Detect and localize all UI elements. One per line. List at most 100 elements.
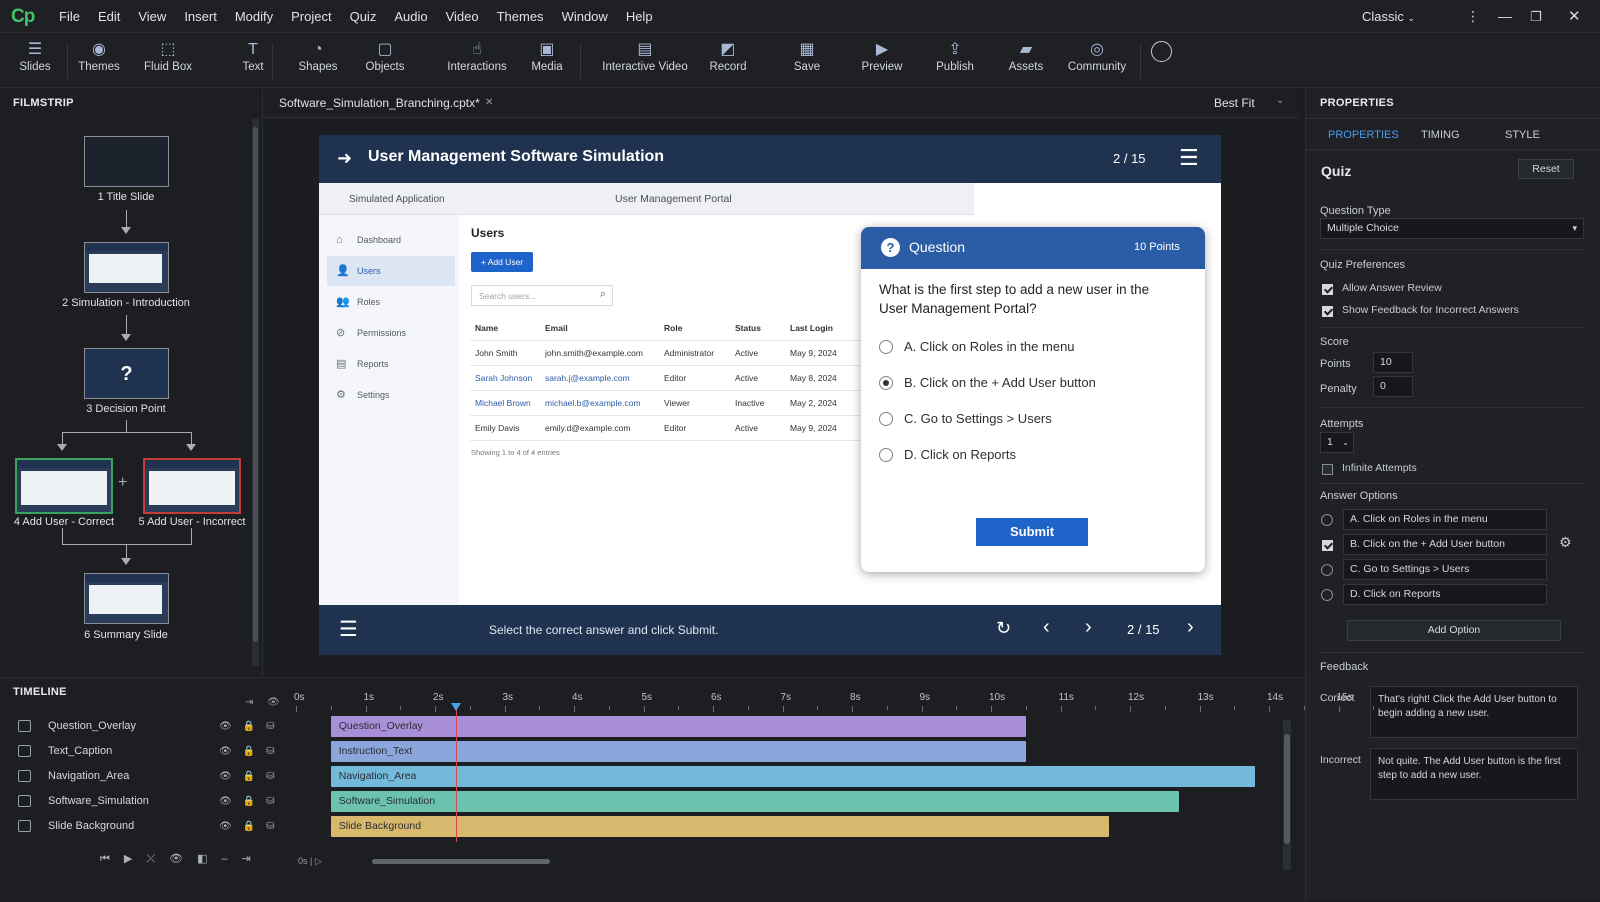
tool-media[interactable]: ▣ Media — [531, 39, 562, 73]
menu-project[interactable]: Project — [282, 0, 340, 33]
menu-insert[interactable]: Insert — [175, 0, 226, 33]
back-arrow-icon[interactable]: ➜ — [337, 148, 352, 169]
next-arrow-icon[interactable]: › — [1085, 616, 1092, 639]
tab-properties[interactable]: PROPERTIES — [1328, 129, 1399, 141]
slide-thumbnail-1[interactable] — [84, 136, 169, 187]
app-nav-reports[interactable]: ▤ Reports — [327, 349, 455, 379]
timeline-bar[interactable]: Software_Simulation — [330, 791, 1179, 812]
timeline-bar[interactable]: Slide Background — [330, 816, 1110, 837]
tool-save[interactable]: ▦ Save — [794, 39, 820, 73]
show-feedback-checkbox[interactable] — [1322, 306, 1333, 317]
answer-radio[interactable] — [1321, 514, 1333, 526]
layer-visibility-lock-icons[interactable]: 👁🔒⛁ — [219, 814, 286, 839]
layer-visibility-lock-icons[interactable]: 👁🔒⛁ — [219, 789, 286, 814]
slide-thumbnail-3[interactable]: ? — [84, 348, 169, 399]
tool-interactions[interactable]: ☝ Interactions — [447, 39, 506, 73]
add-user-button[interactable]: + Add User — [471, 252, 533, 272]
document-tab[interactable]: Software_Simulation_Branching.cptx* — [279, 96, 480, 110]
tool-slides[interactable]: ☰ Slides — [19, 39, 50, 73]
answer-radio[interactable] — [1321, 564, 1333, 576]
layer-visibility-lock-icons[interactable]: 👁🔒⛁ — [219, 739, 286, 764]
incorrect-feedback-input[interactable]: Not quite. The Add User button is the fi… — [1370, 748, 1578, 800]
add-option-button[interactable]: Add Option — [1347, 620, 1561, 641]
menu-window[interactable]: Window — [553, 0, 617, 33]
points-input[interactable]: 10 — [1373, 352, 1413, 373]
table-cell[interactable]: Michael Brown — [475, 391, 531, 416]
playhead[interactable] — [455, 706, 457, 842]
correct-feedback-input[interactable]: That's right! Click the Add User button … — [1370, 686, 1578, 738]
playback-controls[interactable]: ⏮▶⤬👁◧–⇥ — [100, 852, 265, 866]
table-cell[interactable]: Sarah Johnson — [475, 366, 532, 391]
replay-icon[interactable]: ↻ — [996, 618, 1011, 639]
table-row[interactable]: John Smith john.smith@example.com Administ… — [470, 341, 880, 366]
workspace-select[interactable]: Classic ⌄ — [1362, 0, 1415, 35]
table-row[interactable]: Emily Davis emily.d@example.com Editor Acti… — [470, 416, 880, 441]
tool-assets[interactable]: ▰ Assets — [1009, 39, 1044, 73]
tab-timing[interactable]: TIMING — [1421, 129, 1460, 141]
menu-file[interactable]: File — [50, 0, 89, 33]
radio-button[interactable] — [879, 340, 893, 354]
slide-thumbnail-5[interactable] — [143, 458, 241, 514]
app-nav-roles[interactable]: 👥 Roles — [327, 287, 455, 317]
timeline-layer[interactable]: Text_Caption 👁🔒⛁ — [0, 739, 290, 764]
app-nav-permissions[interactable]: ⊘ Permissions — [327, 318, 455, 348]
reset-button[interactable]: Reset — [1518, 159, 1574, 179]
layer-visibility-lock-icons[interactable]: 👁🔒⛁ — [219, 764, 286, 789]
timeline-layer[interactable]: Navigation_Area 👁🔒⛁ — [0, 764, 290, 789]
tool-record[interactable]: ◩ Record — [709, 39, 746, 73]
answer-option-d[interactable]: D. Click on Reports — [879, 445, 1016, 465]
search-users-input[interactable]: Search users... ⌕ — [471, 285, 613, 306]
question-type-select[interactable]: Multiple Choice ▾ — [1320, 218, 1584, 239]
slide-thumbnail-2[interactable] — [84, 242, 169, 293]
menu-themes[interactable]: Themes — [488, 0, 553, 33]
footer-menu-icon[interactable]: ☰ — [339, 617, 358, 642]
table-cell[interactable]: michael.b@example.com — [545, 391, 641, 416]
answer-option-input[interactable]: C. Go to Settings > Users — [1343, 559, 1547, 580]
table-row[interactable]: Michael Brown michael.b@example.com Viewer… — [470, 391, 880, 416]
layer-visibility-lock-icons[interactable]: 👁🔒⛁ — [219, 714, 286, 739]
answer-option-a[interactable]: A. Click on Roles in the menu — [879, 337, 1075, 357]
app-nav-dashboard[interactable]: ⌂ Dashboard — [327, 225, 455, 255]
timeline-bar[interactable]: Instruction_Text — [330, 741, 1026, 762]
slide-thumbnail-6[interactable] — [84, 573, 169, 624]
eye-all-icon[interactable]: 👁 — [267, 697, 280, 708]
menu-edit[interactable]: Edit — [89, 0, 129, 33]
menu-quiz[interactable]: Quiz — [341, 0, 386, 33]
app-nav-users[interactable]: 👤 Users — [327, 256, 455, 286]
more-icon[interactable]: ⋮ — [1466, 0, 1480, 33]
timeline-bar[interactable]: Navigation_Area — [330, 766, 1256, 787]
gear-icon[interactable]: ⚙ — [1559, 534, 1572, 551]
infinite-attempts-checkbox[interactable] — [1322, 464, 1333, 475]
radio-button[interactable] — [879, 376, 893, 390]
submit-button[interactable]: Submit — [976, 518, 1088, 546]
tool-shapes[interactable]: ◔ Shapes — [298, 39, 337, 73]
tool-text[interactable]: T Text — [242, 39, 263, 73]
table-cell[interactable]: sarah.j@example.com — [545, 366, 630, 391]
app-nav-settings[interactable]: ⚙ Settings — [327, 380, 455, 410]
account-avatar-icon[interactable] — [1151, 41, 1172, 62]
tab-style[interactable]: STYLE — [1505, 129, 1540, 141]
minimize-icon[interactable]: — — [1498, 0, 1512, 33]
tool-fluid-box[interactable]: ⬚ Fluid Box — [144, 39, 192, 73]
answer-option-input[interactable]: A. Click on Roles in the menu — [1343, 509, 1547, 530]
penalty-input[interactable]: 0 — [1373, 376, 1413, 397]
answer-option-c[interactable]: C. Go to Settings > Users — [879, 409, 1052, 429]
expand-icon[interactable]: ⇥ — [245, 697, 253, 708]
tool-publish[interactable]: ⇪ Publish — [936, 39, 974, 73]
menu-view[interactable]: View — [129, 0, 175, 33]
forward-arrow-icon[interactable]: › — [1187, 616, 1194, 639]
hamburger-menu-icon[interactable]: ☰ — [1179, 145, 1199, 171]
menu-video[interactable]: Video — [437, 0, 488, 33]
tool-preview[interactable]: ▶ Preview — [862, 39, 903, 73]
timeline-vscroll[interactable] — [1283, 720, 1291, 870]
attempts-input[interactable]: 1 ⌄ — [1320, 432, 1354, 453]
answer-option-input[interactable]: B. Click on the + Add User button — [1343, 534, 1547, 555]
answer-option-b[interactable]: B. Click on the + Add User button — [879, 373, 1096, 393]
tool-themes[interactable]: ◉ Themes — [78, 39, 120, 73]
allow-review-checkbox[interactable] — [1322, 284, 1333, 295]
radio-button[interactable] — [879, 412, 893, 426]
filmstrip-scrollbar[interactable] — [252, 119, 259, 666]
timeline-layer[interactable]: Question_Overlay 👁🔒⛁ — [0, 714, 290, 739]
close-tab-icon[interactable]: ✕ — [485, 97, 493, 108]
prev-arrow-icon[interactable]: ‹ — [1043, 616, 1050, 639]
